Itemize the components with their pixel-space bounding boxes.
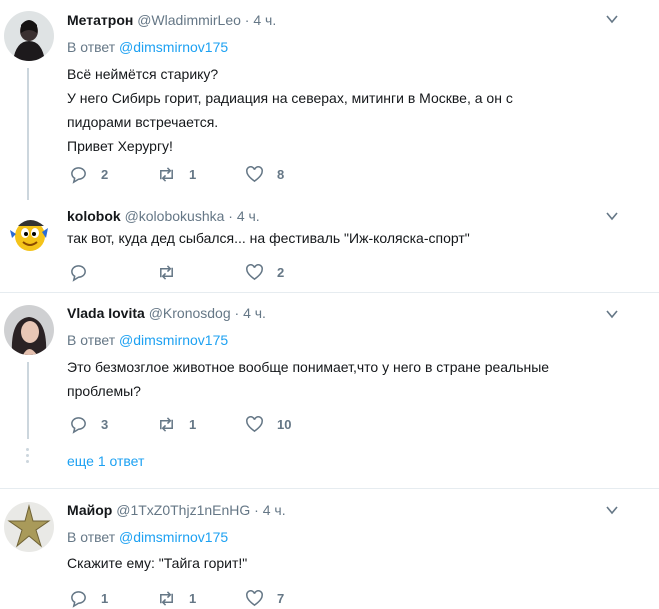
reply-mention-link[interactable]: @dimsmirnov175: [119, 529, 228, 545]
avatar[interactable]: [4, 502, 54, 552]
author-handle[interactable]: @Kronosdog: [149, 305, 231, 321]
reply-button[interactable]: 1: [69, 587, 108, 609]
retweet-count: 1: [189, 590, 197, 606]
tweet-time[interactable]: · 4 ч.: [235, 305, 266, 321]
tweet-text-line: проблемы?: [67, 383, 141, 399]
tweet-time[interactable]: · 4 ч.: [245, 12, 276, 28]
like-count: 2: [277, 264, 285, 280]
thread-line: [27, 362, 29, 439]
caret-down-icon[interactable]: [605, 307, 619, 321]
reply-button[interactable]: [69, 261, 101, 283]
tweet-text: Это безмозглое животное вообще понимает,…: [67, 355, 607, 403]
like-button[interactable]: 10: [245, 413, 291, 435]
reply-context: В ответ @dimsmirnov175: [67, 529, 228, 545]
retweet-button[interactable]: 1: [157, 413, 196, 435]
reply-prefix: В ответ: [67, 332, 116, 348]
tweet-actions: 3 1 10: [69, 413, 369, 435]
retweet-count: 1: [189, 166, 197, 182]
reply-prefix: В ответ: [67, 39, 116, 55]
retweet-button[interactable]: 1: [157, 587, 196, 609]
retweet-button[interactable]: 1: [157, 163, 196, 185]
tweet-item[interactable]: Vlada Iovita @Kronosdog · 4 ч. В ответ @…: [0, 293, 659, 488]
tweet-text: Скажите ему: "Тайга горит!": [67, 551, 607, 575]
reply-count: 2: [101, 166, 109, 182]
author-name[interactable]: Метатрон: [67, 12, 133, 28]
tweet-header: Vlada Iovita @Kronosdog · 4 ч.: [67, 305, 266, 321]
reply-context: В ответ @dimsmirnov175: [67, 39, 228, 55]
avatar[interactable]: [4, 305, 54, 355]
like-button[interactable]: 7: [245, 587, 284, 609]
retweet-icon: [160, 416, 173, 432]
tweet-text-line: так вот, куда дед сыбался... на фестивал…: [67, 230, 470, 246]
tweet-header: kolobok @kolobokushka · 4 ч.: [67, 208, 260, 224]
like-button[interactable]: 2: [245, 261, 284, 283]
caret-down-icon[interactable]: [605, 12, 619, 26]
reply-button[interactable]: 2: [69, 163, 108, 185]
avatar[interactable]: [4, 11, 54, 61]
author-name[interactable]: Майор: [67, 502, 112, 518]
avatar[interactable]: [4, 208, 54, 258]
tweet-text-line: Всё неймётся старику?: [67, 66, 219, 82]
tweet-item[interactable]: Метатрон @WladimmirLeo · 4 ч. В ответ @d…: [0, 0, 659, 200]
tweet-actions: 2 1 8: [69, 163, 369, 185]
reply-icon: [71, 416, 86, 434]
author-name[interactable]: kolobok: [67, 208, 121, 224]
tweet-text-line: Это безмозглое животное вообще понимает,…: [67, 359, 550, 375]
like-icon: [246, 263, 263, 280]
tweet-time[interactable]: · 4 ч.: [254, 502, 285, 518]
tweet-text-line: пидорами встречается.: [67, 114, 219, 130]
reply-count: 3: [101, 416, 109, 432]
retweet-count: 1: [189, 416, 197, 432]
caret-down-icon[interactable]: [605, 503, 619, 517]
tweet-header: Майор @1TxZ0Thjz1nEnHG · 4 ч.: [67, 502, 286, 518]
author-handle[interactable]: @kolobokushka: [125, 208, 225, 224]
like-count: 10: [277, 416, 292, 432]
reply-icon: [71, 166, 86, 184]
caret-down-icon[interactable]: [605, 209, 619, 223]
retweet-icon: [160, 264, 173, 280]
thread-line: [27, 68, 29, 200]
tweet-time[interactable]: · 4 ч.: [228, 208, 259, 224]
reply-mention-link[interactable]: @dimsmirnov175: [119, 332, 228, 348]
thread-dots: [26, 448, 29, 466]
like-count: 7: [277, 590, 285, 606]
tweet-text: Всё неймётся старику? У него Сибирь гори…: [67, 62, 607, 158]
reply-icon: [71, 264, 86, 282]
tweet-text-line: Скажите ему: "Тайга горит!": [67, 555, 248, 571]
tweet-actions: 2: [69, 261, 369, 283]
like-icon: [246, 165, 263, 182]
author-name[interactable]: Vlada Iovita: [67, 305, 145, 321]
reply-mention-link[interactable]: @dimsmirnov175: [119, 39, 228, 55]
tweet-header: Метатрон @WladimmirLeo · 4 ч.: [67, 12, 276, 28]
tweet-text-line: Привет Херургу!: [67, 138, 173, 154]
like-count: 8: [277, 166, 285, 182]
author-handle[interactable]: @1TxZ0Thjz1nEnHG: [116, 502, 250, 518]
retweet-icon: [160, 166, 173, 182]
show-more-replies-link[interactable]: еще 1 ответ: [67, 453, 144, 469]
reply-prefix: В ответ: [67, 529, 116, 545]
reply-context: В ответ @dimsmirnov175: [67, 332, 228, 348]
tweet-text-line: У него Сибирь горит, радиация на северах…: [67, 90, 513, 106]
tweet-text: так вот, куда дед сыбался... на фестивал…: [67, 226, 607, 250]
tweet-item[interactable]: kolobok @kolobokushka · 4 ч. так вот, ку…: [0, 200, 659, 292]
like-icon: [246, 415, 263, 432]
tweet-actions: 1 1 7: [69, 587, 369, 609]
author-handle[interactable]: @WladimmirLeo: [137, 12, 241, 28]
reply-count: 1: [101, 590, 109, 606]
retweet-button[interactable]: [157, 261, 189, 283]
like-button[interactable]: 8: [245, 163, 284, 185]
reply-button[interactable]: 3: [69, 413, 108, 435]
tweet-item[interactable]: Майор @1TxZ0Thjz1nEnHG · 4 ч. В ответ @d…: [0, 489, 659, 608]
